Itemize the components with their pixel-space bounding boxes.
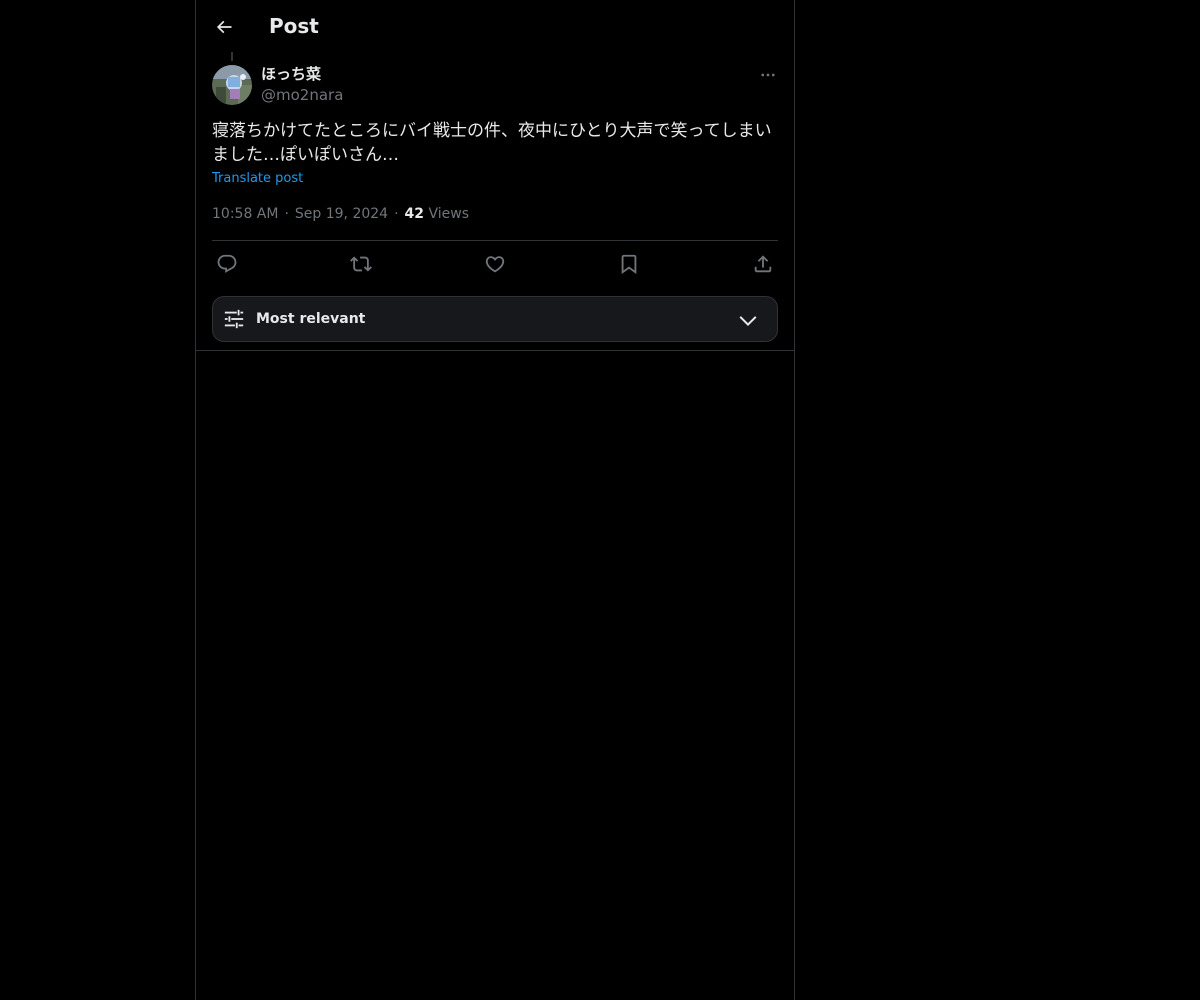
like-icon: [485, 256, 505, 273]
arrow-left-icon: [216, 20, 232, 34]
reply-sort-dropdown[interactable]: Most relevant: [212, 296, 778, 342]
post-header: Post: [196, 0, 794, 53]
author-display-name[interactable]: ほっち菜: [261, 64, 321, 84]
author-handle[interactable]: @mo2nara: [261, 85, 343, 105]
repost-button[interactable]: [346, 249, 376, 279]
divider: [212, 240, 778, 241]
share-button[interactable]: [748, 249, 778, 279]
post-date[interactable]: Sep 19, 2024: [295, 206, 388, 222]
page-title: Post: [269, 14, 319, 38]
avatar[interactable]: [212, 65, 252, 105]
translate-post-link[interactable]: Translate post: [212, 170, 303, 188]
thread-connector-line: [231, 52, 233, 61]
meta-separator: ·: [284, 206, 289, 222]
like-button[interactable]: [480, 249, 510, 279]
sort-label: Most relevant: [256, 311, 366, 327]
more-options-button[interactable]: [756, 63, 780, 87]
bookmark-button[interactable]: [614, 249, 644, 279]
chevron-down-icon: [739, 316, 757, 327]
more-horizontal-icon: [761, 73, 775, 77]
section-divider: [196, 350, 794, 351]
reply-button[interactable]: [212, 249, 242, 279]
sliders-icon: [224, 309, 244, 329]
main-column: Post ほっち菜 @mo2nara 寝落ちかけてたところにバイ戦士の件、夜中に…: [195, 0, 795, 1000]
back-button[interactable]: [207, 10, 241, 44]
views-label: Views: [428, 206, 470, 222]
post-time[interactable]: 10:58 AM: [212, 206, 278, 222]
reply-icon: [217, 254, 237, 273]
post-body-text: 寝落ちかけてたところにバイ戦士の件、夜中にひとり大声で笑ってしまいました…ぽいぽ…: [212, 121, 772, 165]
repost-icon: [350, 256, 372, 272]
bookmark-icon: [621, 254, 637, 275]
action-bar: [212, 249, 778, 281]
share-icon: [754, 255, 772, 273]
meta-separator: ·: [394, 206, 399, 222]
views-count: 42: [404, 206, 425, 222]
post-metadata: 10:58 AM · Sep 19, 2024 · 42 Views: [212, 204, 469, 224]
